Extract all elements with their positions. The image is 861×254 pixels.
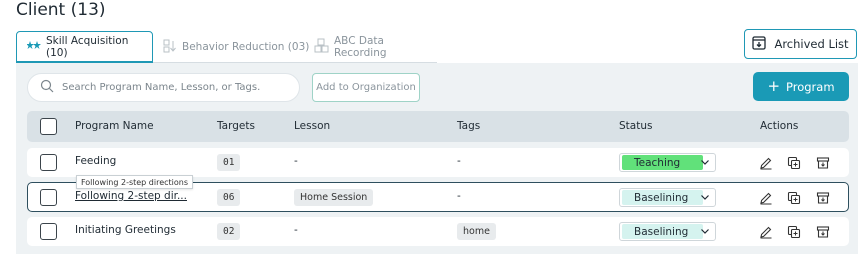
header-status: Status xyxy=(619,120,653,132)
header-program-name: Program Name xyxy=(75,120,154,132)
page-title: Client (13) xyxy=(16,0,106,20)
lesson-value: - xyxy=(294,155,298,167)
chevron-down-icon xyxy=(700,157,710,170)
abc-blocks-icon xyxy=(314,38,329,56)
status-select[interactable]: Teaching xyxy=(619,153,716,172)
tab-label: Behavior Reduction (03) xyxy=(182,41,310,53)
archived-list-label: Archived List xyxy=(774,37,849,51)
program-name[interactable]: Initiating Greetings xyxy=(75,224,176,236)
duplicate-icon[interactable] xyxy=(787,224,801,239)
duplicate-icon[interactable] xyxy=(787,155,801,170)
row-checkbox[interactable] xyxy=(40,189,57,206)
edit-icon[interactable] xyxy=(759,224,773,239)
header-tags: Tags xyxy=(457,120,481,132)
archive-tray-icon xyxy=(752,35,774,53)
tab-bar: Skill Acquisition (10) Behavior Reductio… xyxy=(16,31,437,63)
table-header: Program Name Targets Lesson Tags Status … xyxy=(27,111,849,142)
edit-icon[interactable] xyxy=(759,155,773,170)
status-value: Baselining xyxy=(622,190,703,205)
skill-stars-icon xyxy=(26,40,41,53)
table-row[interactable]: Initiating Greetings 02 - home Baselinin… xyxy=(27,217,849,246)
header-actions: Actions xyxy=(760,120,799,132)
program-name[interactable]: Feeding xyxy=(75,155,116,167)
table-row[interactable]: Feeding 01 - - Teaching xyxy=(27,148,849,177)
lesson-value: - xyxy=(294,224,298,236)
targets-chip: 01 xyxy=(217,154,241,171)
select-all-checkbox[interactable] xyxy=(40,118,57,135)
duplicate-icon[interactable] xyxy=(787,190,801,205)
chevron-down-icon xyxy=(700,226,710,239)
behavior-blocks-icon xyxy=(163,39,177,56)
program-name-tooltip: Following 2-step directions xyxy=(76,175,193,189)
search-icon xyxy=(40,78,54,97)
add-to-organization-button[interactable]: Add to Organization xyxy=(312,73,420,102)
edit-icon[interactable] xyxy=(759,190,773,205)
tab-skill-acquisition[interactable]: Skill Acquisition (10) xyxy=(16,31,153,63)
row-checkbox[interactable] xyxy=(40,154,57,171)
targets-chip: 06 xyxy=(217,189,241,206)
status-value: Baselining xyxy=(622,224,703,239)
status-value: Teaching xyxy=(622,155,703,170)
targets-chip: 02 xyxy=(217,223,241,240)
status-select[interactable]: Baselining xyxy=(619,188,716,207)
tab-behavior-reduction[interactable]: Behavior Reduction (03) xyxy=(163,31,309,63)
tab-abc-data-recording[interactable]: ABC Data Recording xyxy=(314,31,437,63)
tab-label: Skill Acquisition (10) xyxy=(46,34,129,59)
row-checkbox[interactable] xyxy=(40,223,57,240)
archive-icon[interactable] xyxy=(816,224,830,238)
header-targets: Targets xyxy=(217,120,255,132)
program-name-link[interactable]: Following 2-step dir... xyxy=(75,190,187,202)
chevron-down-icon xyxy=(700,192,710,205)
search-box[interactable] xyxy=(27,73,300,102)
tags-value: - xyxy=(457,155,461,167)
tag-chip: home xyxy=(457,223,496,240)
tab-label: ABC Data Recording xyxy=(334,35,387,59)
archive-icon[interactable] xyxy=(816,155,830,169)
program-panel: Add to Organization + Program Program Na… xyxy=(16,63,858,254)
archived-list-button[interactable]: Archived List xyxy=(744,29,857,59)
search-input[interactable] xyxy=(62,82,282,93)
add-program-label: Program xyxy=(786,79,835,94)
lesson-chip: Home Session xyxy=(294,189,374,206)
header-lesson: Lesson xyxy=(294,120,331,132)
tags-value: - xyxy=(457,190,461,202)
status-select[interactable]: Baselining xyxy=(619,222,716,241)
add-program-button[interactable]: + Program xyxy=(753,72,849,101)
plus-icon: + xyxy=(767,77,781,95)
archive-icon[interactable] xyxy=(816,190,830,204)
